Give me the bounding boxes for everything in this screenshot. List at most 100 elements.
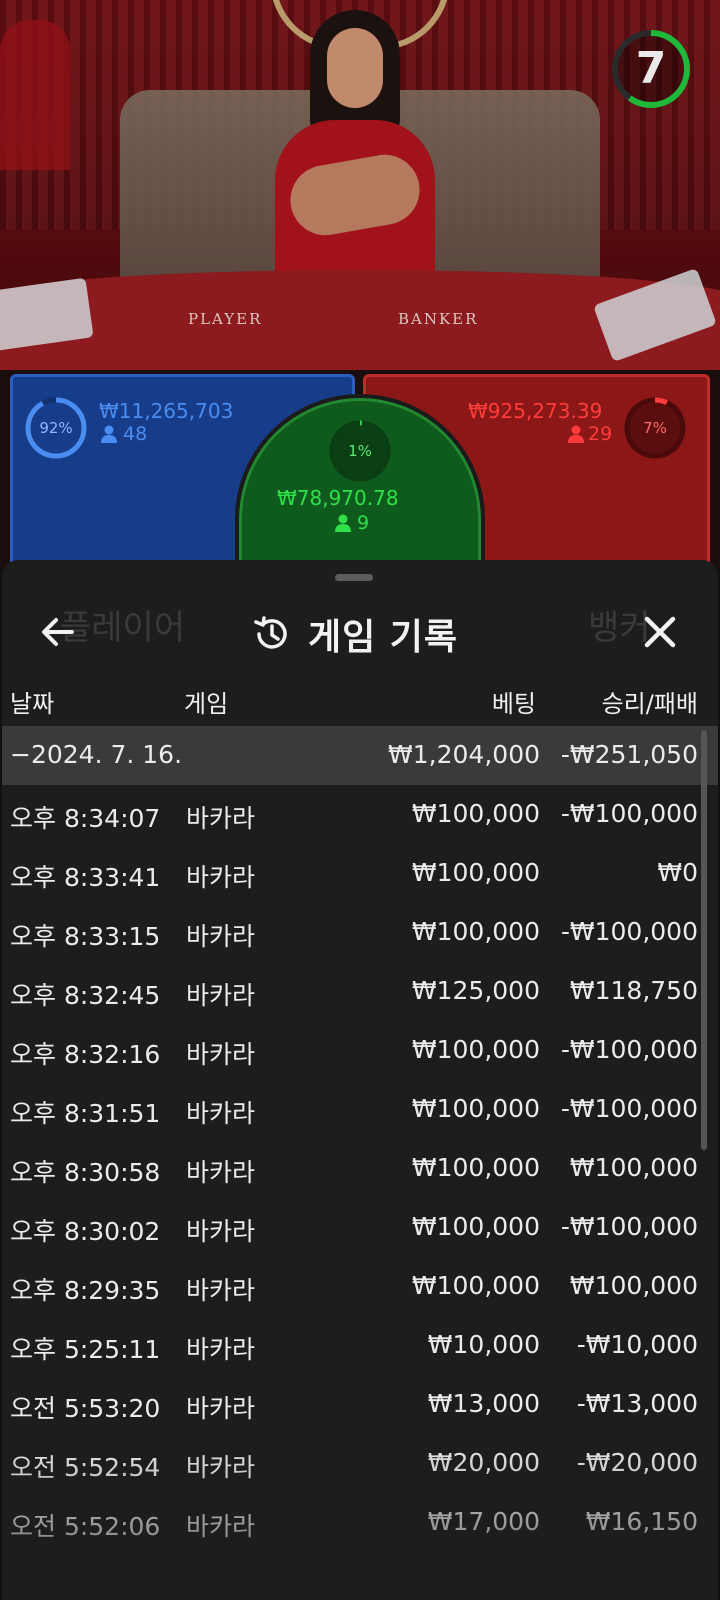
date-group-row[interactable]: −2024. 7. 16. ₩1,204,000 -₩251,050: [2, 726, 718, 785]
row-bet: ₩100,000: [411, 1094, 540, 1123]
row-time: 오전 5:53:20: [10, 1394, 161, 1423]
table-row[interactable]: 오후 8:33:15 바카라 ₩100,000 -₩100,000: [2, 903, 718, 962]
tie-percent: 1%: [348, 442, 372, 460]
user-icon: [568, 425, 584, 443]
row-bet: ₩10,000: [427, 1330, 540, 1359]
table-row[interactable]: 오전 5:53:20 바카라 ₩13,000 -₩13,000: [2, 1375, 718, 1434]
close-button[interactable]: [638, 610, 682, 654]
game-history-sheet: 플레이어 뱅커 게임 기록 날짜 게임 베팅 승리/패배 −2024. 7. 1…: [2, 560, 718, 1600]
table-row[interactable]: 오전 5:52:54 바카라 ₩20,000 -₩20,000: [2, 1434, 718, 1493]
row-win-loss: -₩10,000: [576, 1330, 698, 1359]
timer-value: 7: [635, 43, 667, 94]
arrow-left-icon: [42, 618, 74, 646]
row-win-loss: ₩16,150: [585, 1507, 698, 1536]
row-bet: ₩125,000: [411, 976, 540, 1005]
player-percent-ring: 92%: [23, 395, 89, 461]
column-date: 날짜: [10, 690, 55, 718]
row-time: 오후 8:30:02: [10, 1217, 161, 1246]
table-row[interactable]: 오전 5:52:06 바카라 ₩17,000 ₩16,150: [2, 1493, 718, 1552]
row-time: 오후 8:33:15: [10, 922, 161, 951]
table-label-player: PLAYER: [188, 310, 263, 328]
player-bettor-count: 48: [123, 423, 148, 445]
table-row[interactable]: 오후 8:33:41 바카라 ₩100,000 ₩0: [2, 844, 718, 903]
group-date: −2024. 7. 16.: [10, 740, 183, 769]
table-row[interactable]: 오후 8:30:02 바카라 ₩100,000 -₩100,000: [2, 1198, 718, 1257]
row-win-loss: ₩100,000: [569, 1271, 698, 1300]
row-time: 오후 8:33:41: [10, 863, 161, 892]
sheet-header: 게임 기록: [2, 582, 718, 672]
row-win-loss: ₩118,750: [569, 976, 698, 1005]
table-row[interactable]: 오후 8:32:45 바카라 ₩125,000 ₩118,750: [2, 962, 718, 1021]
row-bet: ₩100,000: [411, 917, 540, 946]
row-game: 바카라: [186, 922, 256, 951]
row-time: 오전 5:52:54: [10, 1453, 161, 1482]
row-bet: ₩100,000: [411, 1212, 540, 1241]
table-row[interactable]: 오후 8:31:51 바카라 ₩100,000 -₩100,000: [2, 1080, 718, 1139]
table-row[interactable]: 오후 8:32:16 바카라 ₩100,000 -₩100,000: [2, 1021, 718, 1080]
row-game: 바카라: [186, 1158, 256, 1187]
row-game: 바카라: [186, 1394, 256, 1423]
group-bet-total: ₩1,204,000: [388, 740, 540, 769]
player-total-amount: ₩11,265,703: [99, 399, 234, 423]
row-win-loss: -₩100,000: [560, 917, 698, 946]
row-game: 바카라: [186, 1335, 256, 1364]
drag-handle[interactable]: [335, 574, 373, 581]
row-win-loss: -₩100,000: [560, 799, 698, 828]
row-time: 오후 8:34:07: [10, 804, 161, 833]
row-time: 오전 5:52:06: [10, 1512, 161, 1541]
row-game: 바카라: [186, 1276, 256, 1305]
row-win-loss: -₩13,000: [576, 1389, 698, 1418]
banker-total-amount: ₩925,273.39: [468, 399, 603, 423]
row-game: 바카라: [186, 863, 256, 892]
table-row[interactable]: 오후 8:29:35 바카라 ₩100,000 ₩100,000: [2, 1257, 718, 1316]
row-win-loss: -₩20,000: [576, 1448, 698, 1477]
row-game: 바카라: [186, 1099, 256, 1128]
row-time: 오후 8:32:45: [10, 981, 161, 1010]
table-row[interactable]: 오후 8:30:58 바카라 ₩100,000 ₩100,000: [2, 1139, 718, 1198]
row-time: 오후 8:32:16: [10, 1040, 161, 1069]
betting-area: 92% ₩11,265,703 48 ₩925,273.39 29 7% 1%: [0, 370, 720, 594]
banker-percent: 7%: [643, 419, 667, 437]
row-bet: ₩100,000: [411, 1035, 540, 1064]
row-bet: ₩100,000: [411, 858, 540, 887]
live-video: PLAYER BANKER 7: [0, 0, 720, 380]
row-game: 바카라: [186, 1512, 256, 1541]
row-win-loss: ₩100,000: [569, 1153, 698, 1182]
tie-total-amount: ₩78,970.78: [277, 486, 399, 510]
table-row[interactable]: 오후 5:25:11 바카라 ₩10,000 -₩10,000: [2, 1316, 718, 1375]
row-win-loss: -₩100,000: [560, 1094, 698, 1123]
group-win-loss-total: -₩251,050: [560, 740, 698, 769]
tie-bettor-count: 9: [357, 512, 370, 534]
tie-percent-ring: 1%: [327, 418, 393, 484]
back-button[interactable]: [36, 610, 80, 654]
table-label-banker: BANKER: [398, 310, 479, 328]
row-win-loss: ₩0: [657, 858, 698, 887]
column-game: 게임: [184, 690, 229, 718]
background-dealer: [0, 20, 70, 170]
row-game: 바카라: [186, 1217, 256, 1246]
row-time: 오후 5:25:11: [10, 1335, 161, 1364]
user-icon: [101, 425, 117, 443]
row-game: 바카라: [186, 1453, 256, 1482]
table-row[interactable]: 오후 8:34:07 바카라 ₩100,000 -₩100,000: [2, 785, 718, 844]
player-percent: 92%: [39, 419, 73, 437]
countdown-timer: 7: [610, 28, 692, 110]
sheet-title-group: 게임 기록: [252, 612, 458, 658]
row-bet: ₩17,000: [427, 1507, 540, 1536]
dealer: [255, 10, 455, 310]
table-header: 날짜 게임 베팅 승리/패배: [2, 672, 718, 726]
row-win-loss: -₩100,000: [560, 1035, 698, 1064]
column-bet: 베팅: [491, 690, 536, 718]
sheet-title: 게임 기록: [308, 617, 459, 658]
row-time: 오후 8:30:58: [10, 1158, 161, 1187]
row-bet: ₩100,000: [411, 1153, 540, 1182]
scrollbar[interactable]: [701, 730, 707, 1150]
user-icon: [335, 514, 351, 532]
row-game: 바카라: [186, 1040, 256, 1069]
row-time: 오후 8:31:51: [10, 1099, 161, 1128]
row-bet: ₩13,000: [427, 1389, 540, 1418]
row-bet: ₩20,000: [427, 1448, 540, 1477]
history-icon: [254, 616, 287, 649]
row-game: 바카라: [186, 981, 256, 1010]
row-game: 바카라: [186, 804, 256, 833]
